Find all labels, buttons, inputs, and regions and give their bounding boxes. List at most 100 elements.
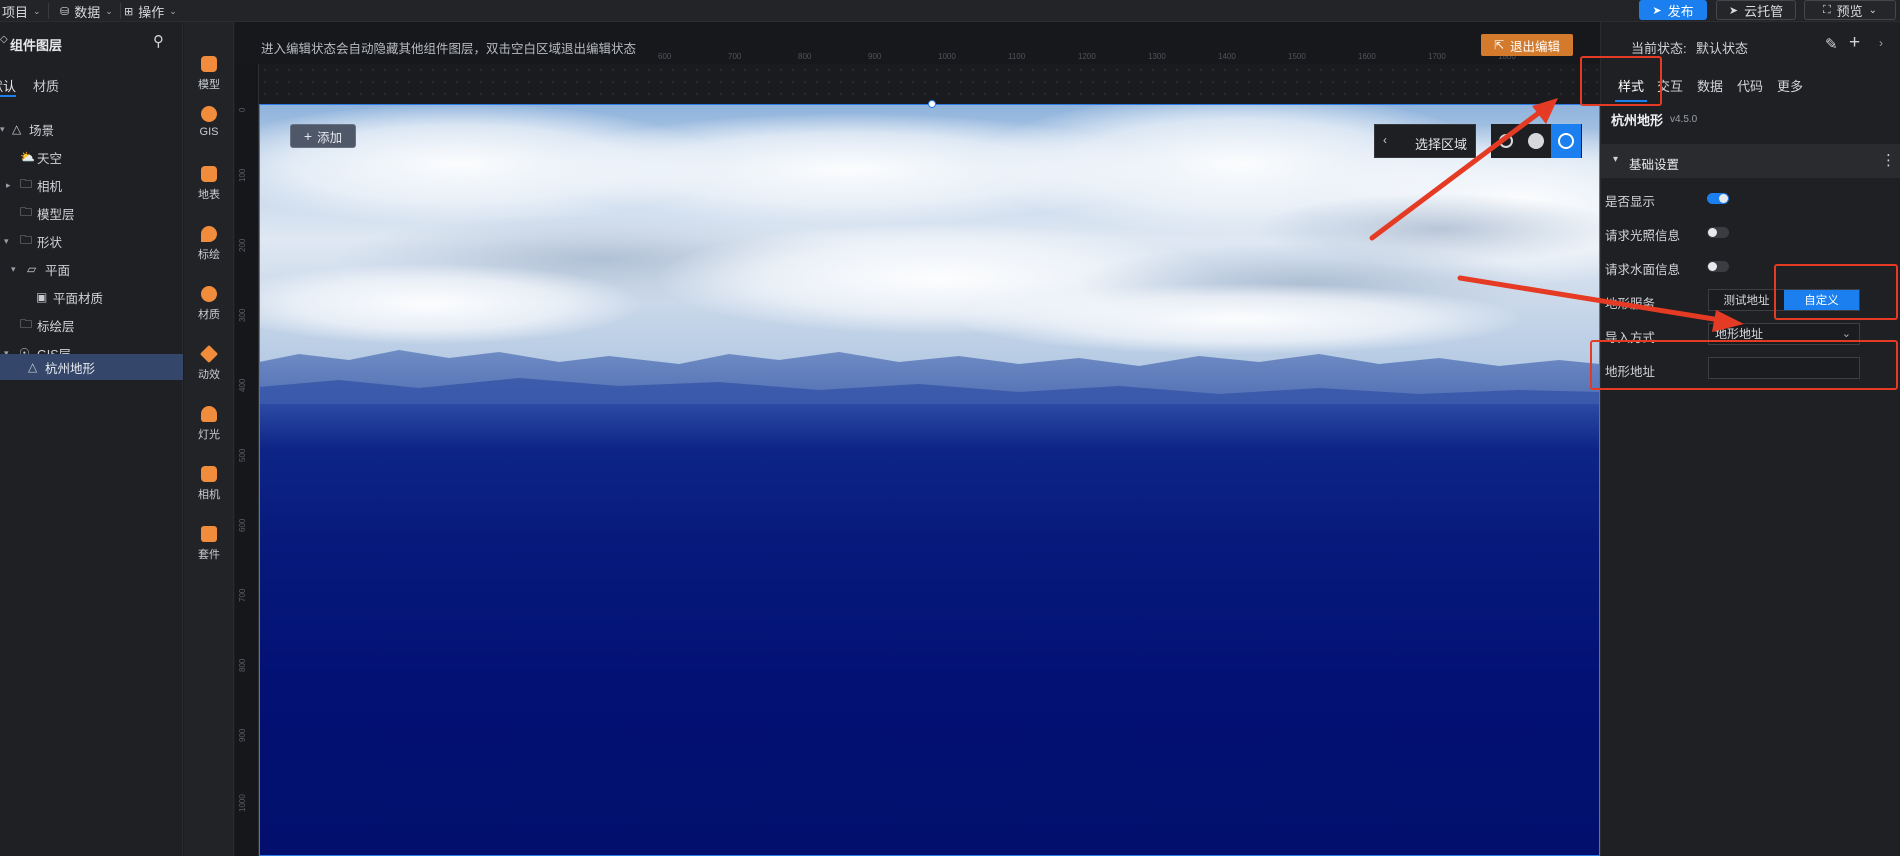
tree-item-plane-material[interactable]: ▣ 平面材质 — [0, 284, 183, 310]
marker-icon — [201, 226, 217, 242]
caret-down-icon[interactable]: ▾ — [11, 264, 16, 275]
tool-label: 材质 — [198, 309, 220, 321]
menu-operation[interactable]: ⊞ 操作 ⌄ — [124, 0, 177, 22]
annotation-box-address — [1590, 340, 1898, 390]
grid-icon: ⊞ — [124, 5, 134, 18]
caret-down-icon[interactable]: ▾ — [0, 124, 5, 135]
ruler-left-tick-label: 300 — [238, 308, 247, 322]
menu-data[interactable]: ⛁ 数据 ⌄ — [60, 0, 121, 22]
ruler-top-tick-label: 1200 — [1078, 52, 1096, 61]
state-row: 当前状态: 默认状态 ✎ + › — [1601, 32, 1900, 58]
cloud-host-button[interactable]: ➤ 云托管 — [1716, 0, 1796, 20]
select-region-control[interactable]: ‹ 选择区域 — [1374, 124, 1476, 158]
option-test-address[interactable]: 测试地址 — [1709, 290, 1784, 310]
plus-icon[interactable]: + — [1849, 32, 1860, 54]
menu-project[interactable]: 项目 ⌄ — [2, 0, 49, 22]
chevron-right-icon[interactable]: › — [1879, 36, 1883, 50]
water-info-label: 请求水面信息 — [1605, 263, 1681, 277]
chevron-down-icon: ⌄ — [105, 5, 113, 16]
annotation-box-custom — [1774, 264, 1898, 320]
tree-item-hangzhou-terrain[interactable]: △ 杭州地形 — [0, 354, 183, 380]
ruler-top-tick-label: 600 — [658, 52, 672, 61]
ruler-left-tick-label: 900 — [238, 728, 247, 742]
exit-edit-label: 退出编辑 — [1510, 39, 1561, 54]
ruler-top-tick-label: 700 — [728, 52, 742, 61]
visible-label: 是否显示 — [1605, 195, 1656, 209]
edit-hint-bar: 进入编辑状态会自动隐藏其他组件图层，双击空白区域退出编辑状态 600 700 800… — [235, 22, 1600, 64]
tree-item-plane[interactable]: ▾ ▱ 平面 — [0, 256, 183, 282]
tree-item-shape[interactable]: ▾ 🗀 形状 — [0, 228, 183, 254]
chevron-left-icon[interactable]: ‹ — [1383, 133, 1387, 147]
ruler-left: 0 100 200 300 400 500 600 700 800 900 1000 — [235, 64, 259, 856]
tool-kit[interactable]: 套件 — [184, 522, 234, 572]
tree-item-camera[interactable]: ▸ 🗀 相机 — [0, 172, 183, 198]
caret-down-icon[interactable]: ▾ — [4, 236, 9, 247]
component-version: v4.5.0 — [1670, 114, 1698, 125]
tool-model[interactable]: 模型 — [184, 52, 234, 102]
effect-icon — [199, 344, 219, 364]
row-visible: 是否显示 — [1601, 185, 1900, 213]
section-title: 基础设置 — [1629, 158, 1680, 172]
caret-right-icon[interactable]: ▸ — [6, 180, 11, 191]
tree-item-label: 平面 — [45, 263, 71, 278]
tool-marker[interactable]: 标绘 — [184, 222, 234, 272]
gis-icon — [201, 106, 217, 122]
search-icon[interactable]: ⚲ — [153, 32, 164, 50]
water-info-toggle[interactable] — [1707, 261, 1729, 272]
edit-icon[interactable]: ✎ — [1825, 35, 1838, 53]
chevron-down-icon: ⌄ — [1868, 4, 1878, 16]
ruler-left-tick-label: 600 — [238, 518, 247, 532]
light-icon — [201, 406, 217, 422]
tab-code[interactable]: 代码 — [1737, 72, 1763, 102]
tool-gis[interactable]: GIS — [184, 102, 234, 152]
tool-effect[interactable]: 动效 — [184, 342, 234, 392]
tab-more[interactable]: 更多 — [1777, 72, 1803, 102]
visible-toggle[interactable] — [1707, 193, 1729, 204]
tab-default[interactable]: 默认 — [0, 76, 16, 95]
canvas-grid-strip — [259, 64, 1600, 104]
ruler-left-tick-label: 400 — [238, 378, 247, 392]
tool-label: 模型 — [198, 79, 220, 91]
folder-icon: 🗀 — [20, 176, 33, 191]
tool-light[interactable]: 灯光 — [184, 402, 234, 452]
terrain-icon — [201, 166, 217, 182]
tree-item-sky[interactable]: ⛅ 天空 — [0, 144, 183, 170]
tool-camera[interactable]: 相机 — [184, 462, 234, 512]
region-tools — [1491, 124, 1582, 158]
project-label: 项目 — [2, 4, 29, 20]
resize-handle[interactable] — [928, 100, 936, 108]
tool-material[interactable]: 材质 — [184, 282, 234, 332]
add-button[interactable]: + 添加 — [290, 124, 356, 148]
checker-icon: ▣ — [36, 290, 48, 304]
tool-label: 灯光 — [198, 429, 220, 441]
publish-button[interactable]: ➤ 发布 — [1639, 0, 1707, 20]
tree-item-scene[interactable]: ▾ △ 场景 — [0, 116, 183, 142]
tool-label: GIS — [199, 126, 219, 138]
tool-terrain[interactable]: 地表 — [184, 162, 234, 212]
tree-item-plot-layer[interactable]: 🗀 标绘层 — [0, 312, 183, 338]
import-method-value: 地形地址 — [1715, 327, 1764, 341]
ruler-left-tick-label: 500 — [238, 448, 247, 462]
state-value[interactable]: 默认状态 — [1696, 38, 1748, 57]
tree-item-label: 形状 — [37, 235, 63, 250]
folder-icon: 🗀 — [20, 204, 33, 219]
orbit-tool[interactable] — [1551, 124, 1581, 158]
folder-icon: 🗀 — [20, 232, 33, 247]
exit-edit-button[interactable]: ⇱ 退出编辑 — [1481, 34, 1573, 56]
row-light-info: 请求光照信息 — [1601, 219, 1900, 247]
ruler-top-tick-label: 1000 — [938, 52, 956, 61]
more-vertical-icon[interactable]: ⋮ — [1881, 151, 1896, 169]
sphere-tool[interactable] — [1521, 124, 1551, 158]
tab-material[interactable]: 材质 — [33, 76, 59, 95]
rotate-icon — [1499, 134, 1513, 148]
preview-button[interactable]: ⛶ 预览 ⌄ — [1804, 0, 1896, 20]
tree-item-model-layer[interactable]: 🗀 模型层 — [0, 200, 183, 226]
chevron-down-icon: ⌄ — [33, 5, 41, 16]
annotation-box-style-tab — [1580, 56, 1662, 106]
tab-data[interactable]: 数据 — [1697, 72, 1723, 102]
light-info-toggle[interactable] — [1707, 227, 1729, 238]
rotate-tool[interactable] — [1491, 124, 1521, 158]
layer-panel-header: ◇ 组件图层 ⚲ — [0, 32, 183, 56]
section-basic-settings[interactable]: ▾ 基础设置 ⋮ — [1601, 144, 1900, 178]
layer-panel-title: 组件图层 — [10, 38, 63, 53]
